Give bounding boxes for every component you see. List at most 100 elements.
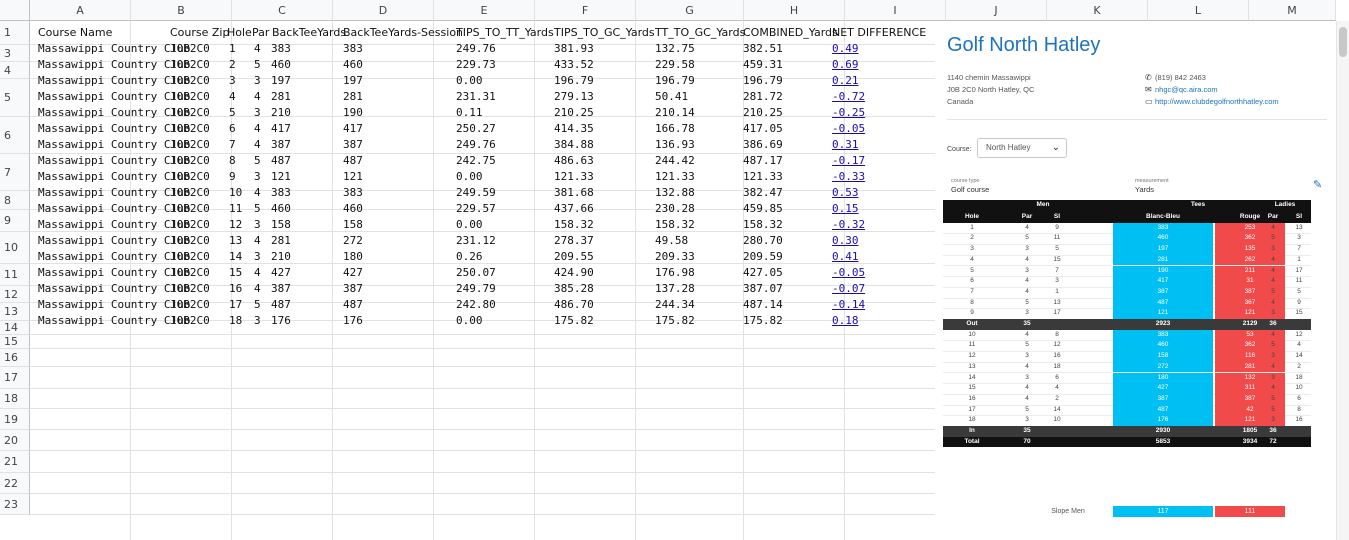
table-cell[interactable]: 137.28 [655,281,695,297]
table-cell[interactable]: 7 [229,137,236,153]
table-cell[interactable]: 459.31 [743,57,783,73]
table-cell[interactable]: 384.88 [554,137,594,153]
table-cell[interactable]: 487 [343,153,363,169]
table-cell[interactable]: 487.17 [743,153,783,169]
table-cell[interactable]: 209.33 [655,249,695,265]
table-cell[interactable]: 387 [343,281,363,297]
table-cell[interactable]: 242.75 [456,153,496,169]
table-cell[interactable]: 3 [254,105,261,121]
table-cell[interactable]: 158 [343,217,363,233]
table-cell[interactable]: 427 [343,265,363,281]
table-cell[interactable]: 210.14 [655,105,695,121]
table-cell[interactable]: 487 [271,297,291,313]
table-cell[interactable]: 166.78 [655,121,695,137]
header-cell[interactable]: NET DIFFERENCE [832,25,926,41]
table-cell[interactable]: 180 [343,249,363,265]
table-cell[interactable]: J0B2C0 [170,185,210,201]
row-header[interactable]: 12 [0,286,30,303]
table-cell[interactable]: Massawippi Country Club [38,249,190,265]
table-cell[interactable]: Massawippi Country Club [38,185,190,201]
email-row[interactable]: ✉ nhgc@qc.aira.com [1145,84,1279,96]
table-cell[interactable]: 121.33 [743,169,783,185]
column-header-b[interactable]: B [131,0,232,21]
table-cell[interactable]: 244.34 [655,297,695,313]
table-cell[interactable]: J0B2C0 [170,121,210,137]
table-cell[interactable]: 417.05 [743,121,783,137]
table-cell[interactable]: 4 [254,281,261,297]
table-cell[interactable]: 381.68 [554,185,594,201]
table-cell[interactable]: 6 [229,121,236,137]
table-cell[interactable]: J0B2C0 [170,73,210,89]
table-cell[interactable]: 3 [254,169,261,185]
table-cell[interactable]: 197 [343,73,363,89]
table-cell[interactable]: 9 [229,169,236,185]
row-header[interactable]: 3 [0,45,30,62]
table-cell[interactable]: Massawippi Country Club [38,137,190,153]
table-cell[interactable]: Massawippi Country Club [38,41,190,57]
row-header[interactable]: 10 [0,232,30,264]
table-cell[interactable]: Massawippi Country Club [38,105,190,121]
row-header[interactable]: 11 [0,264,30,286]
table-cell[interactable]: 437.66 [554,201,594,217]
table-cell[interactable]: 3 [254,313,261,329]
table-cell[interactable]: 250.27 [456,121,496,137]
table-cell[interactable]: 5 [254,201,261,217]
header-cell[interactable]: TT_TO_GC_Yards [655,25,745,41]
table-cell[interactable]: 386.69 [743,137,783,153]
table-cell[interactable]: 209.59 [743,249,783,265]
net-difference-link[interactable]: 0.53 [832,185,859,201]
table-cell[interactable]: 15 [229,265,242,281]
table-cell[interactable]: 433.52 [554,57,594,73]
table-cell[interactable]: J0B2C0 [170,233,210,249]
net-difference-link[interactable]: 0.18 [832,313,859,329]
column-header-j[interactable]: J [946,0,1047,21]
row-header[interactable]: 16 [0,349,30,367]
table-cell[interactable]: 5 [254,297,261,313]
row-header[interactable]: 22 [0,473,30,494]
net-difference-link[interactable]: 0.69 [832,57,859,73]
row-header[interactable]: 18 [0,389,30,409]
header-cell[interactable]: TIPS_TO_GC_Yards [554,25,655,41]
net-difference-link[interactable]: -0.72 [832,89,865,105]
column-header-a[interactable]: A [30,0,131,21]
table-cell[interactable]: 272 [343,233,363,249]
table-cell[interactable]: 132.88 [655,185,695,201]
row-header[interactable]: 6 [0,117,30,154]
column-header-h[interactable]: H [744,0,845,21]
table-cell[interactable]: 0.00 [456,169,483,185]
table-cell[interactable]: 175.82 [554,313,594,329]
table-cell[interactable]: 158.32 [655,217,695,233]
table-cell[interactable]: 3 [254,217,261,233]
column-header-f[interactable]: F [535,0,636,21]
row-header[interactable]: 9 [0,210,30,232]
table-cell[interactable]: 176.98 [655,265,695,281]
net-difference-link[interactable]: -0.14 [832,297,865,313]
table-cell[interactable]: 3 [229,73,236,89]
table-cell[interactable]: 49.58 [655,233,688,249]
table-cell[interactable]: 231.31 [456,89,496,105]
table-cell[interactable]: 387 [343,137,363,153]
table-cell[interactable]: 158.32 [554,217,594,233]
website-row[interactable]: ▭ http://www.clubdegolfnorthhatley.com [1145,96,1279,108]
table-cell[interactable]: J0B2C0 [170,297,210,313]
header-cell[interactable]: BackTeeYards-Session [343,25,463,41]
table-cell[interactable]: Massawippi Country Club [38,89,190,105]
table-cell[interactable]: 5 [254,57,261,73]
net-difference-link[interactable]: -0.32 [832,217,865,233]
table-cell[interactable]: 175.82 [655,313,695,329]
table-cell[interactable]: J0B2C0 [170,249,210,265]
column-header-e[interactable]: E [434,0,535,21]
table-cell[interactable]: 136.93 [655,137,695,153]
net-difference-link[interactable]: -0.17 [832,153,865,169]
table-cell[interactable]: 50.41 [655,89,688,105]
net-difference-link[interactable]: 0.30 [832,233,859,249]
table-cell[interactable]: Massawippi Country Club [38,265,190,281]
table-cell[interactable]: 5 [254,153,261,169]
table-cell[interactable]: Massawippi Country Club [38,121,190,137]
edit-pencil-icon[interactable]: ✎ [1313,178,1322,191]
table-cell[interactable]: 281 [271,233,291,249]
table-cell[interactable]: 0.00 [456,217,483,233]
net-difference-link[interactable]: 0.15 [832,201,859,217]
table-cell[interactable]: 281 [343,89,363,105]
table-cell[interactable]: J0B2C0 [170,57,210,73]
